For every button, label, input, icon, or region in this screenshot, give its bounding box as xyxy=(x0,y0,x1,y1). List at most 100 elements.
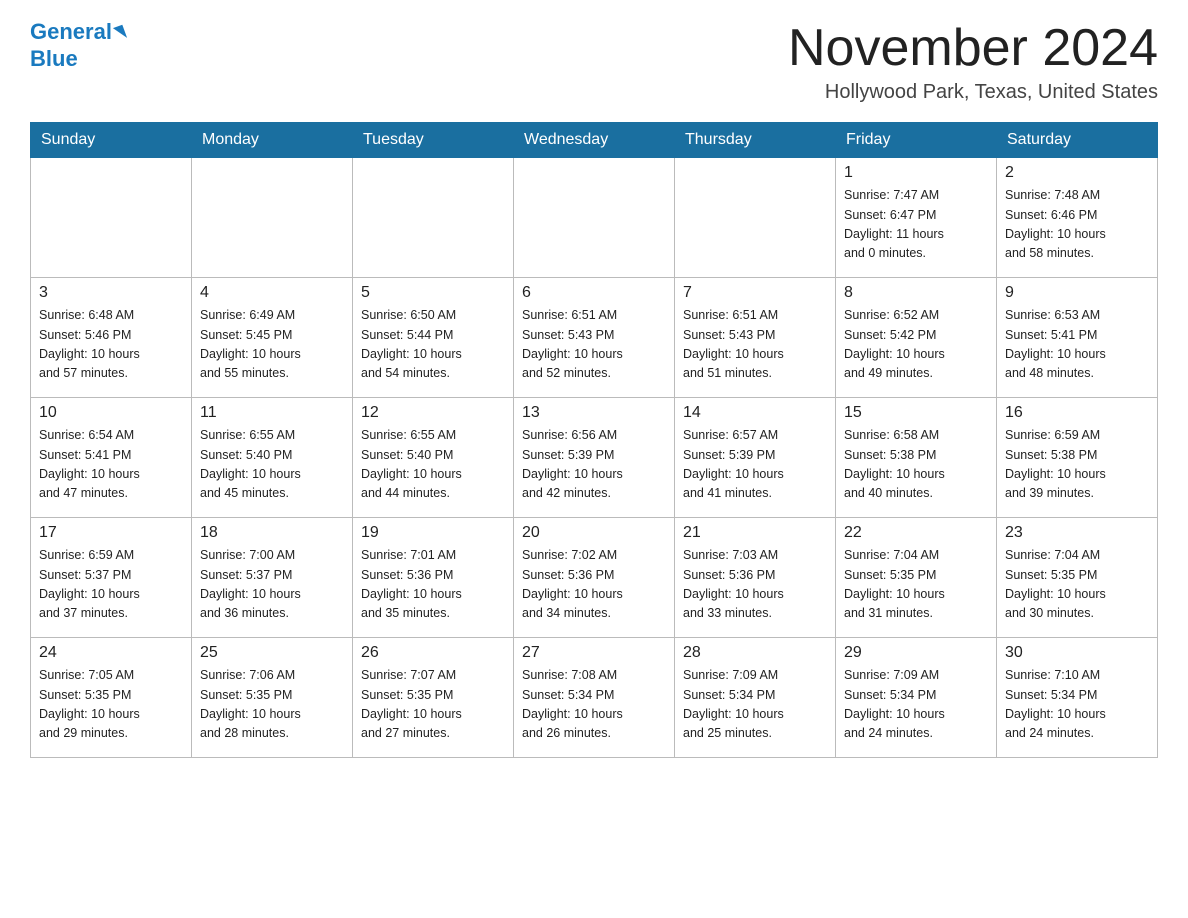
day-info: Sunrise: 6:50 AMSunset: 5:44 PMDaylight:… xyxy=(361,306,505,384)
day-number: 1 xyxy=(844,164,988,182)
day-cell-w3-d1: 10 Sunrise: 6:54 AMSunset: 5:41 PMDayligh… xyxy=(31,398,192,518)
day-cell-w3-d2: 11 Sunrise: 6:55 AMSunset: 5:40 PMDayligh… xyxy=(192,398,353,518)
day-cell-w1-d7: 2Sunrise: 7:48 AMSunset: 6:46 PMDaylight… xyxy=(997,158,1158,278)
day-number: 11 xyxy=(200,404,344,422)
day-info: Sunrise: 6:58 AMSunset: 5:38 PMDaylight:… xyxy=(844,426,988,504)
day-number: 16 xyxy=(1005,404,1149,422)
logo-blue: Blue xyxy=(30,46,78,71)
day-number: 10 xyxy=(39,404,183,422)
day-info: Sunrise: 7:07 AMSunset: 5:35 PMDaylight:… xyxy=(361,666,505,744)
day-cell-w4-d7: 23 Sunrise: 7:04 AMSunset: 5:35 PMDayligh… xyxy=(997,518,1158,638)
day-cell-w2-d5: 7Sunrise: 6:51 AMSunset: 5:43 PMDaylight… xyxy=(675,278,836,398)
day-cell-w3-d6: 15 Sunrise: 6:58 AMSunset: 5:38 PMDayligh… xyxy=(836,398,997,518)
day-number: 20 xyxy=(522,524,666,542)
day-info: Sunrise: 6:54 AMSunset: 5:41 PMDaylight:… xyxy=(39,426,183,504)
logo-general: General xyxy=(30,19,112,44)
day-info: Sunrise: 7:06 AMSunset: 5:35 PMDaylight:… xyxy=(200,666,344,744)
day-number: 13 xyxy=(522,404,666,422)
month-title: November 2024 xyxy=(788,20,1158,77)
day-info: Sunrise: 7:08 AMSunset: 5:34 PMDaylight:… xyxy=(522,666,666,744)
day-info: Sunrise: 7:04 AMSunset: 5:35 PMDaylight:… xyxy=(1005,546,1149,624)
header-tuesday: Tuesday xyxy=(353,123,514,158)
day-info: Sunrise: 6:51 AMSunset: 5:43 PMDaylight:… xyxy=(522,306,666,384)
day-info: Sunrise: 7:48 AMSunset: 6:46 PMDaylight:… xyxy=(1005,186,1149,264)
day-cell-w5-d2: 25Sunrise: 7:06 AMSunset: 5:35 PMDayligh… xyxy=(192,638,353,758)
day-info: Sunrise: 6:55 AMSunset: 5:40 PMDaylight:… xyxy=(200,426,344,504)
header-saturday: Saturday xyxy=(997,123,1158,158)
day-cell-w4-d4: 20Sunrise: 7:02 AMSunset: 5:36 PMDayligh… xyxy=(514,518,675,638)
day-number: 5 xyxy=(361,284,505,302)
header-thursday: Thursday xyxy=(675,123,836,158)
week-row-2: 3Sunrise: 6:48 AMSunset: 5:46 PMDaylight… xyxy=(31,278,1158,398)
day-info: Sunrise: 7:00 AMSunset: 5:37 PMDaylight:… xyxy=(200,546,344,624)
day-info: Sunrise: 7:01 AMSunset: 5:36 PMDaylight:… xyxy=(361,546,505,624)
day-cell-w2-d3: 5 Sunrise: 6:50 AMSunset: 5:44 PMDaylight… xyxy=(353,278,514,398)
day-cell-w5-d4: 27 Sunrise: 7:08 AMSunset: 5:34 PMDayligh… xyxy=(514,638,675,758)
day-cell-w1-d4 xyxy=(514,158,675,278)
day-cell-w1-d6: 1 Sunrise: 7:47 AMSunset: 6:47 PMDaylight… xyxy=(836,158,997,278)
header-sunday: Sunday xyxy=(31,123,192,158)
week-row-4: 17 Sunrise: 6:59 AMSunset: 5:37 PMDayligh… xyxy=(31,518,1158,638)
day-cell-w4-d2: 18 Sunrise: 7:00 AMSunset: 5:37 PMDayligh… xyxy=(192,518,353,638)
day-number: 19 xyxy=(361,524,505,542)
day-number: 24 xyxy=(39,644,183,662)
day-number: 12 xyxy=(361,404,505,422)
day-number: 14 xyxy=(683,404,827,422)
day-number: 29 xyxy=(844,644,988,662)
day-cell-w4-d5: 21Sunrise: 7:03 AMSunset: 5:36 PMDayligh… xyxy=(675,518,836,638)
page-header: General Blue November 2024 Hollywood Par… xyxy=(30,20,1158,104)
title-area: November 2024 Hollywood Park, Texas, Uni… xyxy=(788,20,1158,104)
day-info: Sunrise: 6:53 AMSunset: 5:41 PMDaylight:… xyxy=(1005,306,1149,384)
location-subtitle: Hollywood Park, Texas, United States xyxy=(788,81,1158,104)
day-info: Sunrise: 7:47 AMSunset: 6:47 PMDaylight:… xyxy=(844,186,988,264)
day-cell-w5-d6: 29Sunrise: 7:09 AMSunset: 5:34 PMDayligh… xyxy=(836,638,997,758)
day-cell-w2-d2: 4 Sunrise: 6:49 AMSunset: 5:45 PMDaylight… xyxy=(192,278,353,398)
day-cell-w2-d6: 8 Sunrise: 6:52 AMSunset: 5:42 PMDaylight… xyxy=(836,278,997,398)
logo-text: General xyxy=(30,20,125,44)
day-info: Sunrise: 6:59 AMSunset: 5:37 PMDaylight:… xyxy=(39,546,183,624)
week-row-1: 1 Sunrise: 7:47 AMSunset: 6:47 PMDaylight… xyxy=(31,158,1158,278)
calendar-table: Sunday Monday Tuesday Wednesday Thursday… xyxy=(30,122,1158,758)
day-cell-w3-d7: 16 Sunrise: 6:59 AMSunset: 5:38 PMDayligh… xyxy=(997,398,1158,518)
day-number: 30 xyxy=(1005,644,1149,662)
day-cell-w1-d2 xyxy=(192,158,353,278)
day-number: 6 xyxy=(522,284,666,302)
weekday-header-row: Sunday Monday Tuesday Wednesday Thursday… xyxy=(31,123,1158,158)
day-info: Sunrise: 6:59 AMSunset: 5:38 PMDaylight:… xyxy=(1005,426,1149,504)
day-info: Sunrise: 7:05 AMSunset: 5:35 PMDaylight:… xyxy=(39,666,183,744)
day-number: 23 xyxy=(1005,524,1149,542)
day-number: 9 xyxy=(1005,284,1149,302)
day-cell-w1-d1 xyxy=(31,158,192,278)
day-number: 26 xyxy=(361,644,505,662)
day-cell-w2-d4: 6 Sunrise: 6:51 AMSunset: 5:43 PMDaylight… xyxy=(514,278,675,398)
day-number: 17 xyxy=(39,524,183,542)
day-number: 8 xyxy=(844,284,988,302)
day-number: 15 xyxy=(844,404,988,422)
day-info: Sunrise: 7:10 AMSunset: 5:34 PMDaylight:… xyxy=(1005,666,1149,744)
day-cell-w4-d6: 22Sunrise: 7:04 AMSunset: 5:35 PMDayligh… xyxy=(836,518,997,638)
day-info: Sunrise: 7:04 AMSunset: 5:35 PMDaylight:… xyxy=(844,546,988,624)
day-cell-w5-d3: 26 Sunrise: 7:07 AMSunset: 5:35 PMDayligh… xyxy=(353,638,514,758)
day-info: Sunrise: 6:48 AMSunset: 5:46 PMDaylight:… xyxy=(39,306,183,384)
day-cell-w3-d4: 13 Sunrise: 6:56 AMSunset: 5:39 PMDayligh… xyxy=(514,398,675,518)
day-cell-w2-d7: 9 Sunrise: 6:53 AMSunset: 5:41 PMDaylight… xyxy=(997,278,1158,398)
day-number: 4 xyxy=(200,284,344,302)
day-number: 7 xyxy=(683,284,827,302)
day-cell-w1-d5 xyxy=(675,158,836,278)
day-info: Sunrise: 7:09 AMSunset: 5:34 PMDaylight:… xyxy=(683,666,827,744)
day-cell-w3-d3: 12Sunrise: 6:55 AMSunset: 5:40 PMDayligh… xyxy=(353,398,514,518)
day-cell-w5-d5: 28 Sunrise: 7:09 AMSunset: 5:34 PMDayligh… xyxy=(675,638,836,758)
day-cell-w2-d1: 3Sunrise: 6:48 AMSunset: 5:46 PMDaylight… xyxy=(31,278,192,398)
day-number: 28 xyxy=(683,644,827,662)
logo: General Blue xyxy=(30,20,125,72)
day-info: Sunrise: 6:56 AMSunset: 5:39 PMDaylight:… xyxy=(522,426,666,504)
day-info: Sunrise: 6:49 AMSunset: 5:45 PMDaylight:… xyxy=(200,306,344,384)
day-number: 27 xyxy=(522,644,666,662)
header-monday: Monday xyxy=(192,123,353,158)
day-cell-w5-d1: 24 Sunrise: 7:05 AMSunset: 5:35 PMDayligh… xyxy=(31,638,192,758)
header-wednesday: Wednesday xyxy=(514,123,675,158)
day-number: 18 xyxy=(200,524,344,542)
day-info: Sunrise: 6:52 AMSunset: 5:42 PMDaylight:… xyxy=(844,306,988,384)
day-cell-w1-d3 xyxy=(353,158,514,278)
day-cell-w3-d5: 14Sunrise: 6:57 AMSunset: 5:39 PMDayligh… xyxy=(675,398,836,518)
